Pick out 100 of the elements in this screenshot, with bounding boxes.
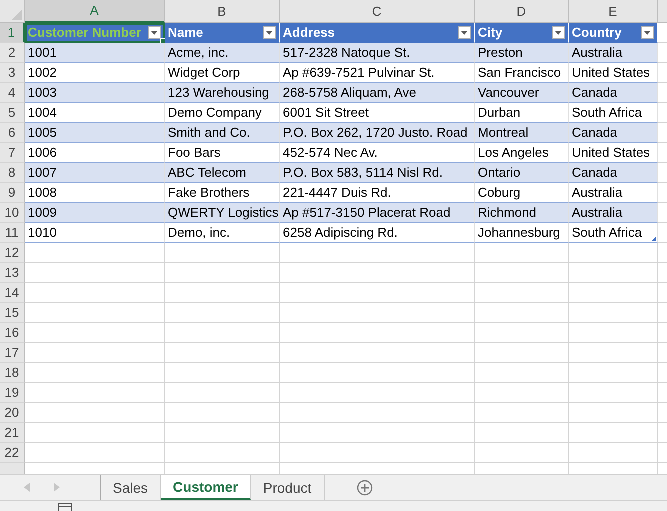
table-cell: 6258 Adipiscing Rd. xyxy=(280,223,475,243)
row-header[interactable]: 3 xyxy=(0,63,25,83)
caret-icon xyxy=(644,30,651,34)
table-cell: 1007 xyxy=(25,163,165,183)
table-header-cell[interactable]: Name xyxy=(165,23,280,43)
add-sheet-icon[interactable] xyxy=(356,480,373,496)
row-header[interactable]: 21 xyxy=(0,423,25,443)
table-cell: 1002 xyxy=(25,63,165,83)
table-cell: Australia xyxy=(569,203,658,223)
row-header[interactable]: 20 xyxy=(0,403,25,423)
table-cell: United States xyxy=(569,143,658,163)
filter-dropdown-button[interactable] xyxy=(263,26,276,39)
table-cell: 1006 xyxy=(25,143,165,163)
row-header[interactable]: 1 xyxy=(0,23,25,43)
table-cell: Richmond xyxy=(475,203,569,223)
table-cell: 452-574 Nec Av. xyxy=(280,143,475,163)
filter-dropdown-button[interactable] xyxy=(552,26,565,39)
table-cell: United States xyxy=(569,63,658,83)
triangle-icon xyxy=(12,10,22,20)
table-cell: 1008 xyxy=(25,183,165,203)
row-header[interactable]: 14 xyxy=(0,283,25,303)
row-header[interactable]: 17 xyxy=(0,343,25,363)
table-cell: Acme, inc. xyxy=(165,43,280,63)
caret-icon xyxy=(555,30,562,34)
table-resize-handle-icon[interactable] xyxy=(652,237,656,241)
row-header[interactable]: 11 xyxy=(0,223,25,243)
table-cell: South Africa xyxy=(569,103,658,123)
table-cell: Fake Brothers xyxy=(165,183,280,203)
table-cell: Smith and Co. xyxy=(165,123,280,143)
table-cell: South Africa xyxy=(569,223,658,243)
table-cell: Johannesburg xyxy=(475,223,569,243)
table-cell: Ontario xyxy=(475,163,569,183)
table-cell: Widget Corp xyxy=(165,63,280,83)
column-header[interactable]: B xyxy=(165,0,280,23)
table-cell: 6001 Sit Street xyxy=(280,103,475,123)
table-cell: Foo Bars xyxy=(165,143,280,163)
table-cell: Australia xyxy=(569,183,658,203)
table-cell: Ap #639-7521 Pulvinar St. xyxy=(280,63,475,83)
row-header[interactable]: 9 xyxy=(0,183,25,203)
row-header[interactable]: 10 xyxy=(0,203,25,223)
table-cell: Vancouver xyxy=(475,83,569,103)
row-header[interactable]: 4 xyxy=(0,83,25,103)
page-layout-icon[interactable] xyxy=(58,503,72,511)
table-cell: QWERTY Logistics xyxy=(165,203,280,223)
row-header[interactable]: 15 xyxy=(0,303,25,323)
table-cell: Coburg xyxy=(475,183,569,203)
column-header[interactable]: D xyxy=(475,0,569,23)
caret-icon xyxy=(151,30,158,34)
table-cell: 221-4447 Duis Rd. xyxy=(280,183,475,203)
row-header[interactable]: 7 xyxy=(0,143,25,163)
column-header[interactable]: A xyxy=(25,0,165,23)
row-header[interactable]: 13 xyxy=(0,263,25,283)
row-header[interactable]: 16 xyxy=(0,323,25,343)
row-header[interactable]: 2 xyxy=(0,43,25,63)
filter-dropdown-button[interactable] xyxy=(458,26,471,39)
column-title: Name xyxy=(168,25,204,40)
column-title: Customer Number xyxy=(28,25,142,40)
table-cell: Canada xyxy=(569,83,658,103)
caret-icon xyxy=(266,30,273,34)
table-header-cell[interactable]: City xyxy=(475,23,569,43)
table-cell: 1010 xyxy=(25,223,165,243)
table-cell: Canada xyxy=(569,163,658,183)
table-header-cell[interactable]: Address xyxy=(280,23,475,43)
table-cell: 1009 xyxy=(25,203,165,223)
row-header[interactable]: 22 xyxy=(0,443,25,463)
column-header[interactable]: C xyxy=(280,0,475,23)
table-cell: Preston xyxy=(475,43,569,63)
row-header[interactable]: 19 xyxy=(0,383,25,403)
table-cell: 123 Warehousing xyxy=(165,83,280,103)
table-cell: San Francisco xyxy=(475,63,569,83)
table-cell: 1004 xyxy=(25,103,165,123)
table-cell: Montreal xyxy=(475,123,569,143)
column-header[interactable]: E xyxy=(569,0,658,23)
table-cell: ABC Telecom xyxy=(165,163,280,183)
table-cell: 1005 xyxy=(25,123,165,143)
table-header-cell[interactable]: Country xyxy=(569,23,658,43)
table-cell: 1003 xyxy=(25,83,165,103)
row-header[interactable]: 6 xyxy=(0,123,25,143)
table-cell: 268-5758 Aliquam, Ave xyxy=(280,83,475,103)
column-title: City xyxy=(478,25,503,40)
table-cell: Los Angeles xyxy=(475,143,569,163)
caret-icon xyxy=(461,30,468,34)
row-header[interactable]: 8 xyxy=(0,163,25,183)
table-cell: 517-2328 Natoque St. xyxy=(280,43,475,63)
table-cell: P.O. Box 262, 1720 Justo. Road xyxy=(280,123,475,143)
table-cell: Australia xyxy=(569,43,658,63)
table-cell: P.O. Box 583, 5114 Nisl Rd. xyxy=(280,163,475,183)
table-cell: 1001 xyxy=(25,43,165,63)
row-header[interactable]: 12 xyxy=(0,243,25,263)
filter-dropdown-button[interactable] xyxy=(148,26,161,39)
table-cell: Canada xyxy=(569,123,658,143)
column-title: Country xyxy=(572,25,622,40)
row-header[interactable]: 5 xyxy=(0,103,25,123)
table-cell: Durban xyxy=(475,103,569,123)
filter-dropdown-button[interactable] xyxy=(641,26,654,39)
row-header[interactable]: 18 xyxy=(0,363,25,383)
table-cell: Demo, inc. xyxy=(165,223,280,243)
column-title: Address xyxy=(283,25,336,40)
table-cell: Ap #517-3150 Placerat Road xyxy=(280,203,475,223)
sheet-tab[interactable]: Customer xyxy=(161,475,252,500)
